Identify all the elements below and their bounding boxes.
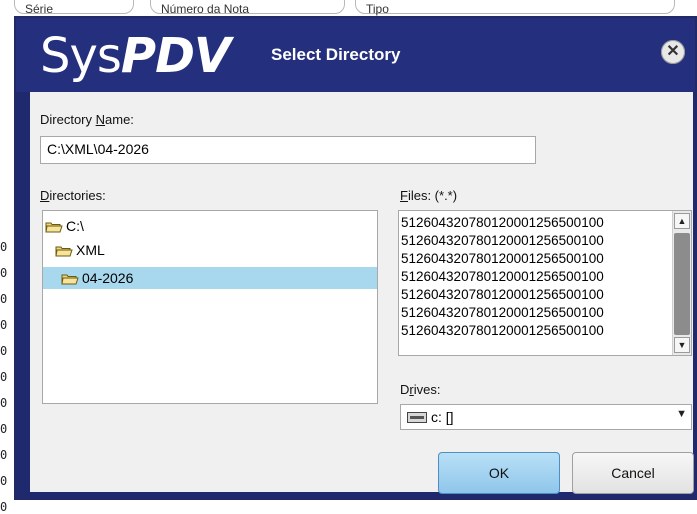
drives-select[interactable]: c: [] ▼ — [400, 404, 692, 430]
scroll-up-button[interactable]: ▲ — [674, 213, 690, 229]
background-tipo-field[interactable]: Tipo — [355, 0, 675, 16]
files-scrollbar[interactable]: ▲ ▼ — [672, 211, 691, 355]
background-row-mark: 0 — [0, 422, 8, 436]
background-numero-label: Número da Nota — [161, 2, 250, 16]
syspdv-logo: SysPDV — [40, 28, 231, 84]
dialog-titlebar[interactable]: SysPDV Select Directory ✕ — [16, 18, 695, 92]
background-serie-label: Série — [25, 2, 54, 16]
file-item[interactable]: 512604320780120001256500100 — [401, 287, 604, 304]
select-directory-dialog: SysPDV Select Directory ✕ Directory Name… — [14, 16, 697, 500]
scroll-down-button[interactable]: ▼ — [674, 337, 690, 353]
close-icon: ✕ — [666, 43, 680, 60]
background-tipo-label: Tipo — [366, 2, 389, 16]
directory-item-xml[interactable]: XML — [55, 239, 375, 261]
logo-sys: Sys — [40, 28, 122, 84]
file-item[interactable]: 512604320780120001256500100 — [401, 269, 604, 286]
directory-name-label: Directory Name: — [40, 112, 134, 127]
directory-item-label: XML — [76, 242, 105, 258]
file-item[interactable]: 512604320780120001256500100 — [401, 251, 604, 268]
directories-label: Directories: — [40, 188, 106, 203]
file-item[interactable]: 512604320780120001256500100 — [401, 305, 604, 322]
background-row-mark: 0 — [0, 500, 8, 514]
background-row-mark: 0 — [0, 344, 8, 358]
background-row-mark: 0 — [0, 318, 8, 332]
directory-item-c-root[interactable]: C:\ — [45, 215, 375, 237]
background-row-mark: 0 — [0, 240, 8, 254]
file-item[interactable]: 512604320780120001256500100 — [401, 215, 604, 232]
open-folder-icon — [55, 244, 73, 257]
background-row-mark: 0 — [0, 292, 8, 306]
dialog-content: Directory Name: C:\XML\04-2026 Directori… — [30, 92, 694, 494]
background-table-edge: 0 0 0 0 0 0 0 0 0 0 0 — [0, 16, 14, 514]
cancel-button[interactable]: Cancel — [572, 452, 694, 494]
drive-icon — [407, 412, 427, 423]
directory-item-label: C:\ — [66, 218, 84, 234]
chevron-down-icon[interactable]: ▼ — [676, 408, 687, 420]
background-serie-field[interactable]: Série — [14, 0, 134, 16]
background-numero-field[interactable]: Número da Nota — [150, 0, 345, 16]
dialog-title: Select Directory — [271, 45, 401, 64]
file-item[interactable]: 512604320780120001256500100 — [401, 233, 604, 250]
logo-pdv: PDV — [120, 28, 231, 84]
directory-item-label: 04-2026 — [82, 270, 134, 286]
scroll-thumb[interactable] — [674, 233, 690, 335]
background-row-mark: 0 — [0, 370, 8, 384]
background-row-mark: 0 — [0, 266, 8, 280]
background-row-mark: 0 — [0, 474, 8, 488]
drives-label: Drives: — [400, 382, 441, 397]
ok-button[interactable]: OK — [438, 452, 560, 494]
file-item[interactable]: 512604320780120001256500100 — [401, 323, 604, 340]
close-button[interactable]: ✕ — [661, 40, 685, 64]
background-row-mark: 0 — [0, 448, 8, 462]
directory-item-04-2026[interactable]: 04-2026 — [43, 267, 377, 289]
open-folder-icon — [45, 220, 63, 233]
drive-value: c: [] — [431, 409, 454, 425]
directories-list[interactable]: C:\ XML 04-2026 — [42, 210, 378, 404]
background-row-mark: 0 — [0, 396, 8, 410]
directory-name-input[interactable]: C:\XML\04-2026 — [40, 136, 536, 164]
open-folder-icon — [61, 272, 79, 285]
files-label: Files: (*.*) — [400, 188, 458, 203]
files-list[interactable]: 512604320780120001256500100 512604320780… — [398, 210, 692, 356]
